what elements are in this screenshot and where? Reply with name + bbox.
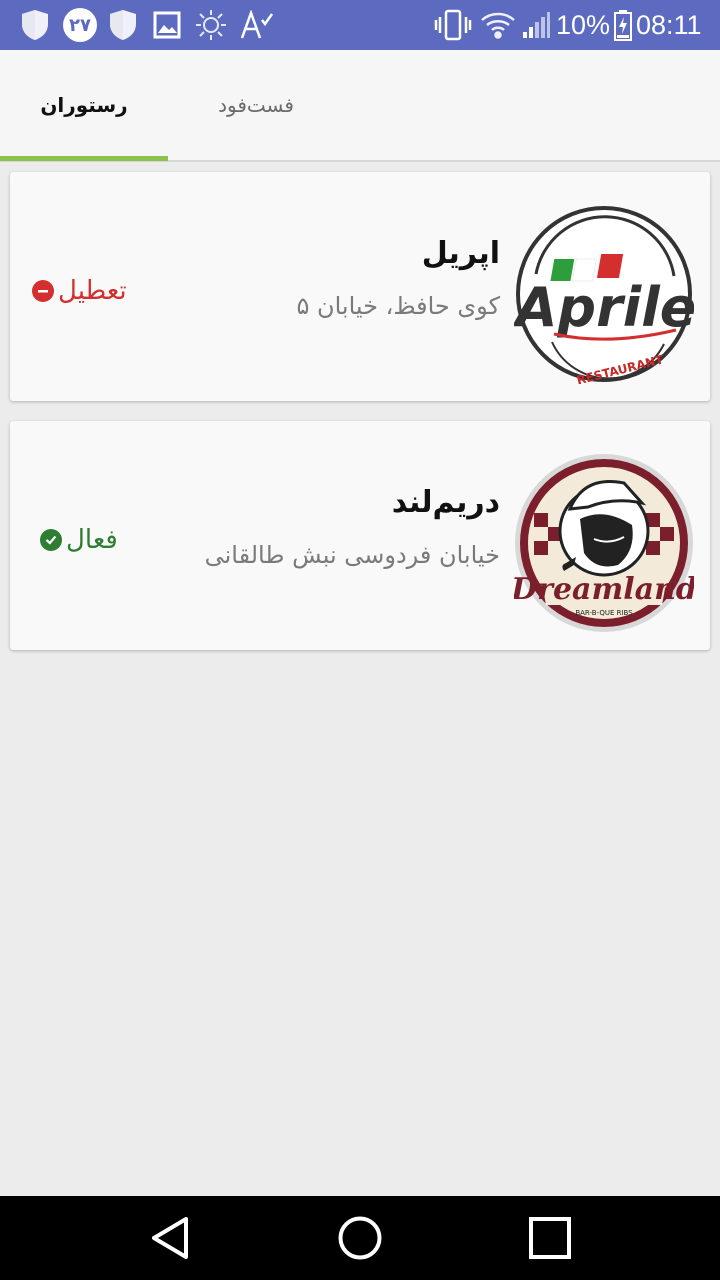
battery-percent: 10% — [556, 10, 611, 40]
wifi-icon — [480, 8, 516, 42]
status-bar: ۲۷ 10% 08:11 — [0, 0, 720, 50]
shield-icon — [106, 8, 140, 42]
tab-fastfood[interactable]: فست‌فود — [172, 50, 340, 160]
restaurant-address: خیابان فردوسی نبش طالقانی — [204, 541, 500, 569]
check-circle-icon — [40, 529, 62, 551]
shield-icon — [18, 8, 52, 42]
image-icon — [152, 8, 182, 42]
svg-text:BAR-B-QUE RIBS: BAR-B-QUE RIBS — [575, 609, 633, 617]
restaurant-name: دریم‌لند — [391, 485, 500, 520]
active-tab-indicator — [0, 156, 168, 161]
navigation-bar — [0, 1196, 720, 1280]
tab-restaurant[interactable]: رستوران — [0, 50, 168, 160]
restaurant-name: اپریل — [421, 236, 500, 271]
status-badge: فعال — [40, 525, 118, 555]
back-icon[interactable] — [140, 1210, 200, 1266]
dreamland-logo: Dreamland BAR-B-QUE RIBS — [510, 453, 697, 633]
restaurant-card[interactable]: Dreamland BAR-B-QUE RIBS دریم‌لند خیابان… — [10, 421, 710, 650]
svg-text:Dreamland: Dreamland — [514, 572, 694, 607]
status-badge: تعطیل — [32, 276, 127, 306]
restaurant-address: کوی حافظ، خیابان ۵ — [296, 292, 500, 320]
battery-icon — [613, 8, 633, 42]
home-icon[interactable] — [330, 1210, 390, 1266]
recents-icon[interactable] — [520, 1210, 580, 1266]
aprile-logo: Aprile RESTAURANT — [512, 204, 696, 388]
status-label: تعطیل — [58, 276, 127, 306]
clock: 08:11 — [636, 10, 702, 40]
calendar-badge-icon: ۲۷ — [62, 8, 98, 42]
minus-circle-icon — [32, 280, 54, 302]
status-label: فعال — [66, 525, 118, 555]
restaurant-card[interactable]: Aprile RESTAURANT اپریل کوی حافظ، خیابان… — [10, 172, 710, 401]
font-check-icon — [240, 8, 274, 42]
tab-bar: رستوران فست‌فود — [0, 50, 720, 162]
brightness-icon — [194, 8, 228, 42]
signal-icon — [520, 8, 552, 42]
svg-text:Aprile: Aprile — [514, 276, 694, 339]
vibrate-icon — [434, 8, 472, 42]
